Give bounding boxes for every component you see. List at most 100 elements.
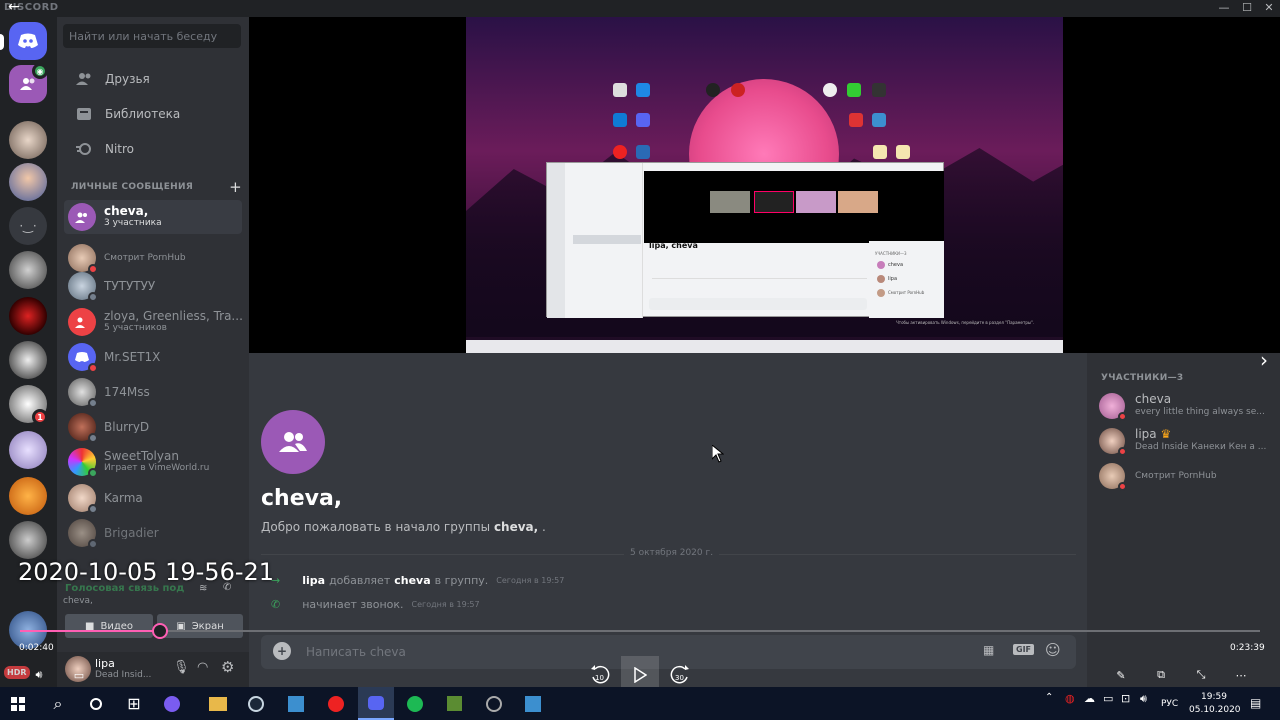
dm-item[interactable]: zloya, Greenliess, Tra... 5 участников	[64, 305, 242, 339]
taskbar-app-active[interactable]	[358, 687, 394, 720]
server-icon[interactable]	[9, 121, 47, 159]
taskbar-app[interactable]	[397, 687, 433, 720]
dm-item[interactable]: BlurryD	[64, 410, 242, 444]
skip-back-value: 10	[595, 674, 604, 682]
msg-actor[interactable]: lipa	[302, 574, 325, 587]
video-button[interactable]: ■ Видео	[65, 614, 153, 638]
title-bar: DISCORD ← — ☐ ✕	[0, 0, 1280, 17]
emoji-icon[interactable]: ☺	[1045, 641, 1061, 659]
dm-sub: Играет в VimeWorld.ru	[104, 463, 210, 473]
yandex-icon	[328, 695, 344, 712]
vimeworld-icon	[288, 695, 304, 712]
taskbar-app[interactable]	[436, 687, 472, 720]
desktop-icon	[872, 113, 886, 127]
elapsed-time: 0:02:40	[19, 643, 54, 653]
nav-library[interactable]: Библиотека	[67, 98, 242, 130]
nav-nitro[interactable]: Nitro	[67, 133, 242, 165]
skip-forward-value: 30	[675, 674, 684, 682]
member-status: every little thing always se...	[1135, 407, 1265, 417]
avatar	[68, 272, 98, 302]
settings-gear-icon[interactable]: ⚙	[221, 658, 234, 676]
battery-icon[interactable]: ▭	[1103, 692, 1113, 705]
screen-share-video[interactable]: lipa, cheva УЧАСТНИКИ—3 cheva lipa Смотр…	[249, 17, 1280, 353]
speaker-icon: 🔊︎	[35, 668, 43, 681]
server-icon[interactable]	[9, 521, 47, 559]
notifications-icon[interactable]: ▤	[1250, 696, 1261, 710]
gift-icon[interactable]: ▦	[983, 643, 994, 657]
dm-item[interactable]: Karma	[64, 481, 242, 515]
language-indicator[interactable]: РУС	[1161, 699, 1178, 709]
taskbar-app[interactable]	[154, 687, 190, 720]
taskbar-app[interactable]	[318, 687, 354, 720]
avatar	[1099, 463, 1127, 491]
nav-label: Nitro	[105, 142, 135, 156]
server-icon[interactable]	[9, 163, 47, 201]
member-item[interactable]: lipa ♛ Dead Inside Канеки Кен а ...	[1099, 424, 1274, 458]
date-divider: 5 октября 2020 г.	[261, 548, 1076, 558]
clock-date[interactable]: 05.10.2020	[1189, 705, 1241, 715]
gif-button[interactable]: GIF	[1013, 644, 1035, 655]
server-icon[interactable]	[9, 341, 47, 379]
microphone-icon[interactable]: 🎙	[173, 660, 190, 675]
msg-tail: в группу.	[434, 574, 489, 587]
group-avatar	[68, 308, 96, 336]
dm-name: BlurryD	[104, 421, 150, 433]
cloud-icon[interactable]: ☁	[1084, 692, 1095, 705]
dm-item[interactable]: SweetTolyan Играет в VimeWorld.ru	[64, 445, 242, 479]
server-icon[interactable]	[9, 477, 47, 515]
add-dm-button[interactable]: +	[229, 178, 242, 196]
maximize-button[interactable]: ☐	[1235, 0, 1259, 17]
server-icon[interactable]	[9, 431, 47, 469]
clock-time[interactable]: 19:59	[1201, 692, 1227, 702]
group-title: cheva,	[261, 486, 343, 511]
taskbar-app[interactable]	[278, 687, 314, 720]
server-icon[interactable]: ·‿·	[9, 207, 47, 245]
nested-title: lipa, cheva	[649, 241, 698, 250]
nav-friends[interactable]: Друзья	[67, 63, 242, 95]
discord-icon	[368, 695, 384, 710]
headphones-icon[interactable]: ◠	[197, 660, 208, 675]
next-chevron-icon[interactable]: ›	[1260, 348, 1268, 372]
server-icon[interactable]	[9, 251, 47, 289]
taskbar-app[interactable]	[476, 687, 512, 720]
desktop-icon	[636, 83, 650, 97]
dm-item[interactable]: 174Mss	[64, 375, 242, 409]
library-icon	[75, 105, 93, 123]
home-button[interactable]	[9, 22, 47, 60]
nested-member-cheva: cheva	[888, 262, 904, 268]
tray-chevron-icon[interactable]: ⌃	[1045, 692, 1053, 703]
attach-plus-icon[interactable]: +	[273, 642, 291, 660]
tray-app-icon[interactable]: ◍	[1065, 692, 1075, 705]
system-message: ✆ начинает звонок. Сегодня в 19:57	[271, 598, 480, 611]
seek-bar[interactable]	[20, 623, 1260, 639]
seek-knob[interactable]	[152, 623, 169, 639]
volume-tray-icon[interactable]: 🔊︎	[1140, 692, 1147, 706]
activation-notice: Чтобы активировать Windows, перейдите в …	[896, 320, 1035, 325]
close-button[interactable]: ✕	[1257, 0, 1280, 17]
start-button[interactable]	[0, 687, 36, 720]
nested-members-header: УЧАСТНИКИ—3	[875, 251, 907, 256]
minimize-button[interactable]: —	[1212, 0, 1236, 17]
desktop-icon	[636, 145, 650, 159]
dm-item[interactable]: Mr.SET1X	[64, 340, 242, 374]
search-input[interactable]: Найти или начать беседу	[63, 24, 241, 48]
task-view-button[interactable]: ⊞	[116, 687, 152, 720]
back-arrow-icon[interactable]: ←	[8, 0, 20, 15]
network-icon[interactable]: ⊡	[1121, 692, 1130, 705]
member-item[interactable]: Смотрит PornHub	[1099, 459, 1274, 493]
dm-item[interactable]: cheva, 3 участника	[64, 200, 242, 234]
nested-member-lipa: lipa	[888, 276, 898, 282]
msg-time: Сегодня в 19:57	[496, 576, 565, 585]
member-item[interactable]: cheva every little thing always se...	[1099, 389, 1274, 423]
dm-item[interactable]: ТУТУТУУ	[64, 269, 242, 303]
taskbar-app[interactable]	[238, 687, 274, 720]
server-icon[interactable]	[9, 297, 47, 335]
taskbar-app[interactable]	[200, 687, 236, 720]
msg-target[interactable]: cheva	[394, 574, 430, 587]
search-button[interactable]: ⌕	[40, 687, 76, 720]
nav-label: Друзья	[105, 72, 150, 86]
screen-share-button[interactable]: ▣ Экран	[157, 614, 243, 638]
cortana-button[interactable]	[78, 687, 114, 720]
dm-item[interactable]: Brigadier	[64, 516, 242, 550]
taskbar-app[interactable]	[515, 687, 551, 720]
